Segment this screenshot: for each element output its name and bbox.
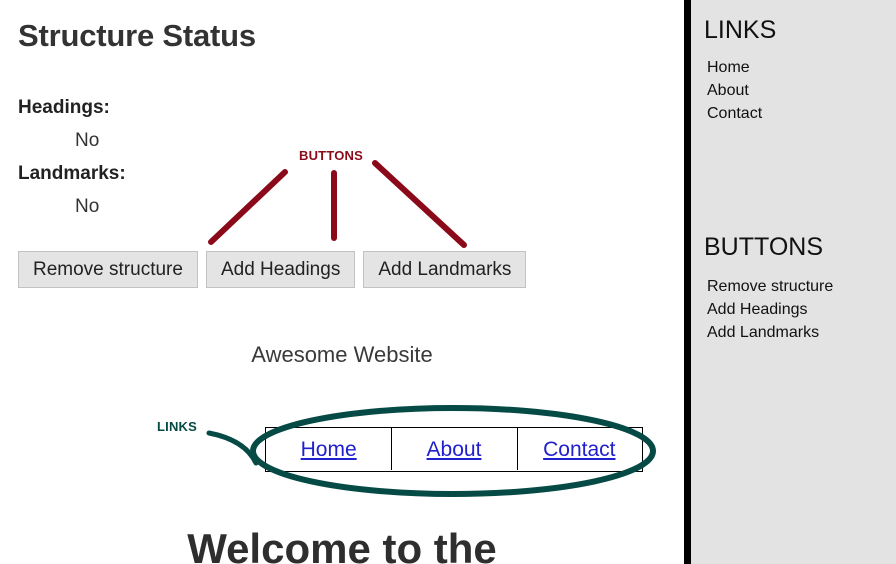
- main-content-pane: Structure Status Headings: No Landmarks:…: [0, 0, 684, 564]
- add-headings-button[interactable]: Add Headings: [205, 251, 356, 288]
- sidebar-item-about[interactable]: About: [707, 79, 762, 102]
- annotation-line-buttons-left: [208, 169, 288, 245]
- nav-link-contact[interactable]: Contact: [543, 438, 615, 461]
- pane-divider: [684, 0, 691, 564]
- sidebar-item-add-landmarks[interactable]: Add Landmarks: [707, 321, 833, 344]
- preview-nav-bar: Home About Contact: [265, 426, 643, 472]
- sidebar-heading-buttons: BUTTONS: [704, 233, 823, 261]
- add-landmarks-button[interactable]: Add Landmarks: [363, 251, 527, 288]
- preview-site-title: Awesome Website: [251, 342, 433, 367]
- annotation-line-links: [206, 430, 259, 466]
- sidebar-item-home[interactable]: Home: [707, 56, 762, 79]
- landmarks-status-label: Landmarks:: [18, 163, 126, 184]
- nav-cell-contact: Contact: [516, 426, 642, 470]
- nav-link-about[interactable]: About: [427, 438, 482, 461]
- annotation-label-buttons: BUTTONS: [299, 148, 363, 163]
- nav-cell-about: About: [391, 426, 516, 470]
- sidebar-pane: LINKS Home About Contact BUTTONS Remove …: [691, 0, 896, 564]
- sidebar-links-list: Home About Contact: [707, 56, 762, 125]
- nav-link-home[interactable]: Home: [301, 438, 357, 461]
- annotation-label-links: LINKS: [157, 419, 197, 434]
- sidebar-item-add-headings[interactable]: Add Headings: [707, 298, 833, 321]
- annotation-line-buttons-right: [372, 160, 467, 248]
- landmarks-status-value: No: [75, 196, 100, 217]
- sidebar-item-remove-structure[interactable]: Remove structure: [707, 275, 833, 298]
- action-button-group: Remove structure Add Headings Add Landma…: [18, 251, 527, 288]
- headings-status-label: Headings:: [18, 97, 110, 118]
- remove-structure-button[interactable]: Remove structure: [18, 251, 198, 288]
- sidebar-heading-links: LINKS: [704, 16, 777, 44]
- sidebar-item-contact[interactable]: Contact: [707, 102, 762, 125]
- headings-status-value: No: [75, 130, 100, 151]
- sidebar-buttons-list: Remove structure Add Headings Add Landma…: [707, 275, 833, 344]
- page-title: Structure Status: [18, 18, 256, 53]
- nav-cell-home: Home: [266, 438, 391, 462]
- preview-welcome-heading: Welcome to the: [187, 525, 497, 564]
